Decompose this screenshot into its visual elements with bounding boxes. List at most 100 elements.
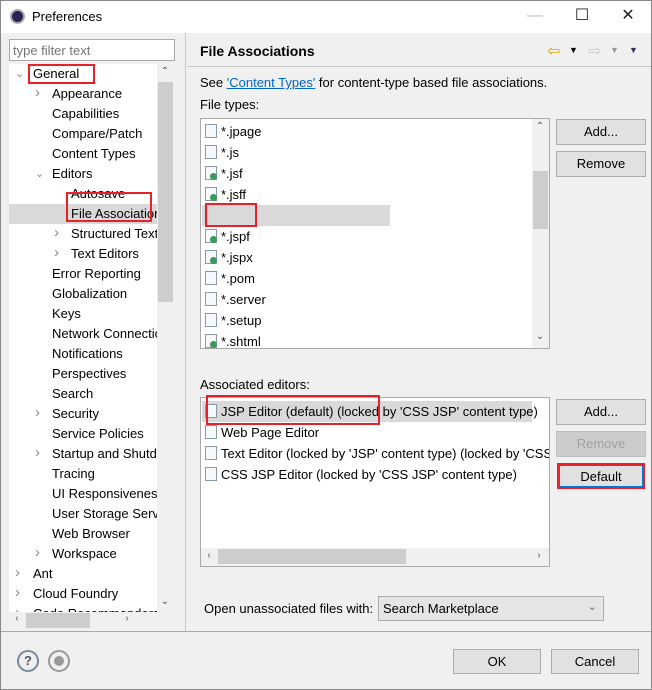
tree-vscrollbar[interactable]: ⌃ ⌄ [157,64,174,614]
file-type-item[interactable]: *.js [205,142,239,163]
tree-item[interactable]: Content Types [52,144,136,164]
editor-item[interactable]: Text Editor (locked by 'JSP' content typ… [205,443,550,464]
see-prefix: See [200,75,227,90]
scroll-thumb[interactable] [218,549,406,564]
scroll-left-icon[interactable]: ‹ [9,613,25,624]
file-type-item[interactable]: *.setup [205,310,261,331]
file-type-item[interactable]: *.pom [205,268,255,289]
file-type-add-button[interactable]: Add... [556,119,646,145]
chevron-right-icon[interactable]: › [54,244,64,261]
chevron-right-icon[interactable]: › [15,564,25,581]
open-unassociated-label: Open unassociated files with: [204,601,374,616]
scroll-right-icon[interactable]: › [531,550,547,561]
file-type-item[interactable]: *.shtml [205,331,261,348]
close-button[interactable]: ✕ [605,1,651,33]
chevron-right-icon[interactable]: › [35,84,45,101]
help-icon[interactable]: ? [17,650,39,672]
header-divider [187,66,651,67]
tree-item[interactable]: Ant [33,564,53,584]
editor-item[interactable]: Web Page Editor [205,422,319,443]
tree-item[interactable]: Globalization [52,284,127,304]
js-file-icon [205,145,217,159]
file-type-item[interactable]: *.jspf [205,226,250,247]
tree-item[interactable]: Search [52,384,93,404]
editor-icon [205,467,217,481]
scroll-down-icon[interactable]: ⌄ [532,331,548,342]
highlight-box [28,64,95,84]
forward-dropdown-icon[interactable]: ▼ [610,45,619,55]
file-type-item[interactable]: *.jpage [205,121,261,142]
minimize-button[interactable]: — [512,1,558,33]
scroll-thumb[interactable] [158,82,173,302]
tree-item[interactable]: UI Responsiveness [52,484,164,504]
file-type-item[interactable]: *.jspx [205,247,253,268]
file-type-name: *.js [221,145,240,160]
scroll-right-icon[interactable]: › [119,613,135,624]
chevron-right-icon[interactable]: › [54,224,64,241]
file-type-remove-button[interactable]: Remove [556,151,646,177]
editor-name: Text Editor (locked by 'JSP' content typ… [221,446,550,461]
file-types-scrollbar[interactable]: ⌃ ⌄ [532,119,549,348]
tree-item[interactable]: Editors [52,164,92,184]
chevron-down-icon[interactable]: ⌄ [15,67,25,80]
file-type-item[interactable]: *.server [205,289,266,310]
content-types-link[interactable]: 'Content Types' [227,75,316,90]
tree-item[interactable]: Security [52,404,99,424]
scroll-down-icon[interactable]: ⌄ [157,596,173,607]
scroll-left-icon[interactable]: ‹ [201,550,217,561]
tree-item[interactable]: User Storage Service [52,504,174,524]
editor-add-button[interactable]: Add... [556,399,646,425]
record-icon[interactable] [48,650,70,672]
default-button[interactable]: Default [557,463,645,489]
ok-button[interactable]: OK [453,649,541,674]
chevron-down-icon[interactable]: ⌄ [35,167,45,180]
chevron-right-icon[interactable]: › [35,544,45,561]
editor-remove-button[interactable]: Remove [556,431,646,457]
cancel-button[interactable]: Cancel [551,649,639,674]
tree-item[interactable]: Notifications [52,344,123,364]
back-dropdown-icon[interactable]: ▼ [569,45,578,55]
editor-item[interactable]: CSS JSP Editor (locked by 'CSS JSP' cont… [205,464,517,485]
page-title: File Associations [200,43,315,59]
footer-divider [1,631,651,632]
tree-item[interactable]: Compare/Patch [52,124,142,144]
tree-item[interactable]: Web Browser [52,524,130,544]
chevron-right-icon[interactable]: › [15,584,25,601]
maximize-button[interactable]: ☐ [559,1,605,33]
tree-item[interactable]: Workspace [52,544,117,564]
tree-item[interactable]: Service Policies [52,424,144,444]
tree-hscrollbar[interactable]: ‹ › [9,612,174,629]
file-type-item[interactable]: *.jsff [205,184,246,205]
tree-item[interactable]: Capabilities [52,104,119,124]
view-menu-icon[interactable]: ▼ [629,45,638,55]
file-type-item[interactable]: *.jsf [205,163,243,184]
preferences-window: Preferences — ☐ ✕ ⌄General›AppearanceCap… [0,0,652,690]
tree-item[interactable]: Text Editors [71,244,139,264]
editor-name: CSS JSP Editor (locked by 'CSS JSP' cont… [221,467,517,482]
title-bar: Preferences — ☐ ✕ [1,1,651,33]
scroll-thumb[interactable] [533,171,548,229]
tree-item[interactable]: Appearance [52,84,122,104]
tree-item[interactable]: Tracing [52,464,95,484]
scroll-up-icon[interactable]: ⌃ [157,66,173,77]
file-types-list[interactable]: *.shtml *.setup *.server *.pom *.jspx *.jspf *… [200,118,550,349]
editors-hscrollbar[interactable]: ‹ › [201,548,549,566]
forward-icon[interactable]: ⇨ [588,41,601,61]
window-title: Preferences [32,9,103,24]
tree-item[interactable]: Keys [52,304,81,324]
scroll-up-icon[interactable]: ⌃ [532,121,548,132]
see-content-types-text: See 'Content Types' for content-type bas… [200,75,547,90]
tree-item[interactable]: Error Reporting [52,264,141,284]
maven-file-icon [205,271,217,285]
tree-item[interactable]: Network Connections [52,324,174,344]
chevron-right-icon[interactable]: › [35,444,45,461]
tree-item[interactable]: Startup and Shutdown [52,444,174,464]
tree-item[interactable]: Cloud Foundry [33,584,118,604]
back-icon[interactable]: ⇦ [547,41,560,61]
scroll-thumb[interactable] [26,613,90,628]
tree-item[interactable]: Perspectives [52,364,126,384]
chevron-right-icon[interactable]: › [35,404,45,421]
filter-input[interactable] [9,39,175,61]
open-with-select[interactable]: Search Marketplace ⌄ [378,596,604,621]
jsp-highlight [205,203,257,227]
